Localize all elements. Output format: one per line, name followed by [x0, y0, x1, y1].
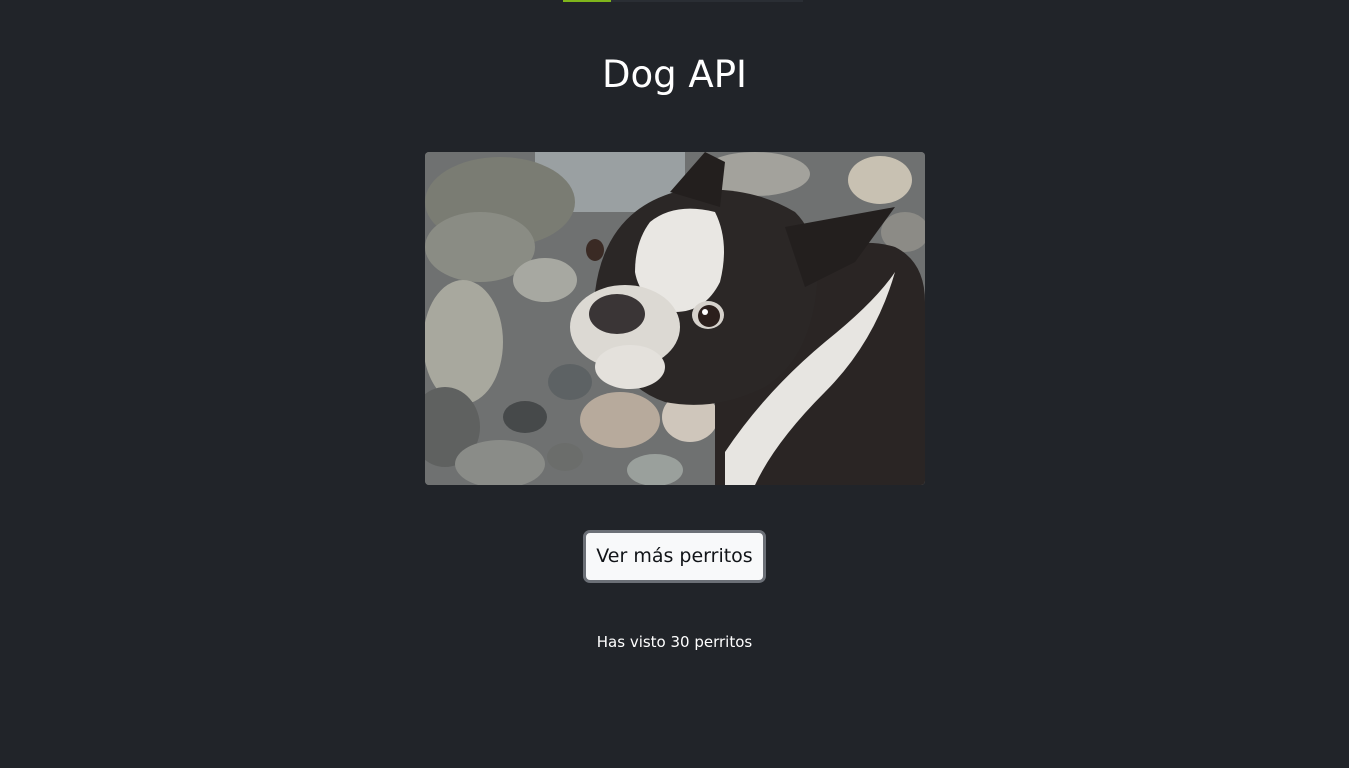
page-title: Dog API: [602, 53, 747, 96]
page: Dog API Ver más perritos Has visto 30 pe…: [0, 0, 1349, 768]
see-more-dogs-button[interactable]: Ver más perritos: [583, 530, 766, 583]
top-progress-bar: [563, 0, 803, 2]
dogs-seen-counter: Has visto 30 perritos: [596, 633, 753, 651]
dog-photo: [425, 152, 925, 485]
top-progress-fill: [563, 0, 611, 2]
dog-photo-illustration: [425, 152, 925, 485]
